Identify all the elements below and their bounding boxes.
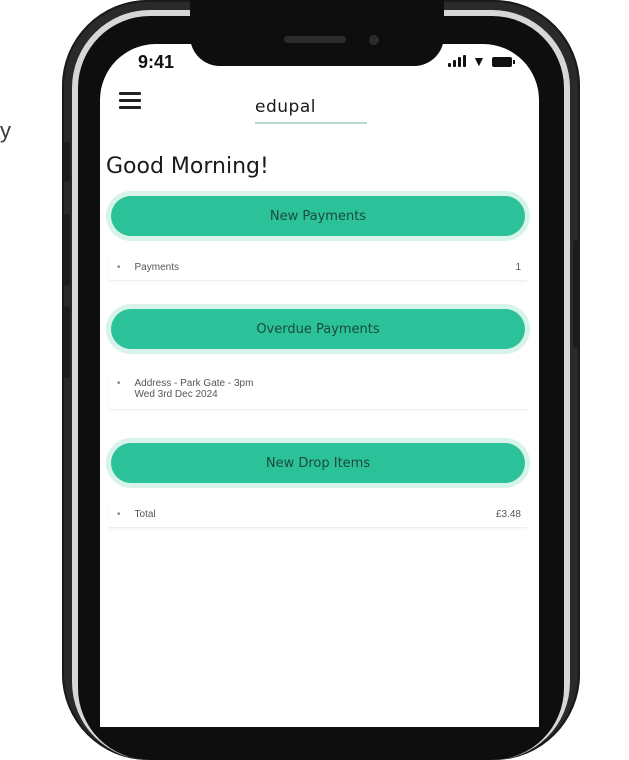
- front-camera: [369, 35, 379, 45]
- bullet-icon: •: [117, 262, 121, 273]
- bullet-icon: •: [117, 509, 121, 520]
- overdue-payments-button[interactable]: Overdue Payments: [111, 309, 525, 349]
- notch: [190, 0, 444, 66]
- status-time: 9:41: [138, 52, 175, 72]
- greeting-heading: Good Morning!: [106, 154, 269, 179]
- battery-icon: [491, 57, 515, 67]
- wifi-icon: ▼: [472, 53, 486, 69]
- list-item[interactable]: • Total £3.48: [109, 502, 527, 528]
- hamburger-menu-icon[interactable]: [119, 92, 141, 113]
- side-button-volume-down: [64, 306, 70, 378]
- logo-underline: [255, 122, 367, 124]
- list-item-address: Address - Park Gate - 3pm: [134, 378, 254, 389]
- signal-icon: [448, 55, 466, 67]
- list-item[interactable]: • Payments 1: [109, 255, 527, 281]
- list-item-value: £3.48: [495, 509, 521, 520]
- new-drop-items-button[interactable]: New Drop Items: [111, 443, 525, 483]
- side-button-volume-up: [64, 214, 70, 286]
- side-button-power: [573, 240, 579, 348]
- list-item-value: 1: [515, 262, 521, 273]
- list-item[interactable]: • Address - Park Gate - 3pm Wed 3rd Dec …: [109, 370, 527, 410]
- list-item-date: Wed 3rd Dec 2024: [134, 389, 218, 400]
- edge-text-fragment: y: [0, 118, 11, 143]
- app-logo: edupal: [255, 97, 316, 117]
- new-payments-button[interactable]: New Payments: [111, 196, 525, 236]
- list-item-label: Payments: [134, 262, 179, 273]
- side-button-mute: [64, 142, 70, 182]
- bullet-icon: •: [117, 378, 121, 389]
- list-item-label: Total: [134, 509, 156, 520]
- speaker-grille: [284, 36, 346, 43]
- status-icons: ▼: [448, 53, 515, 69]
